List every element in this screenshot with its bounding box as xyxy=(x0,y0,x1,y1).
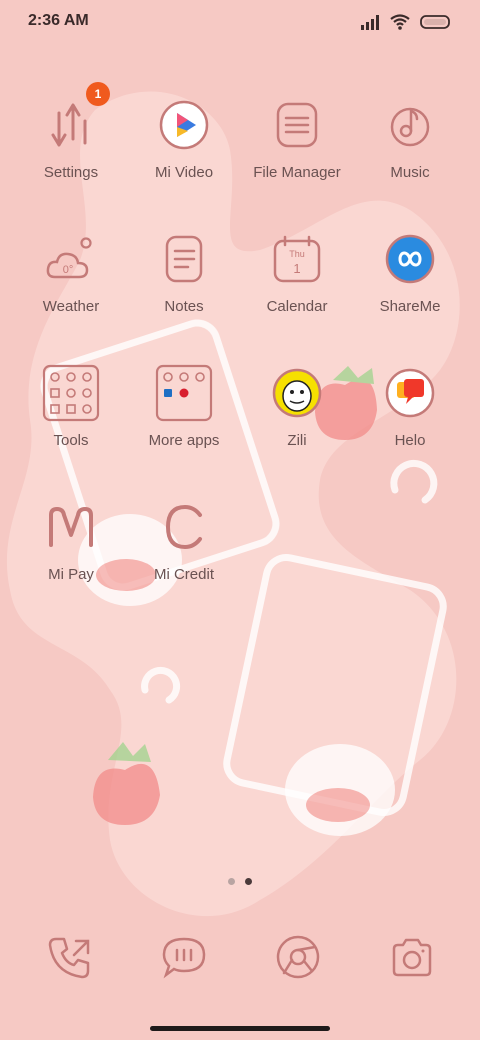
helo-icon xyxy=(385,368,435,418)
dock-camera[interactable] xyxy=(380,925,444,989)
app-label: File Manager xyxy=(253,164,341,181)
dock-messages[interactable] xyxy=(152,925,216,989)
app-label: ShareMe xyxy=(379,298,441,315)
app-file-manager[interactable]: File Manager xyxy=(240,86,354,196)
app-label: Calendar xyxy=(266,298,328,315)
page-indicator[interactable] xyxy=(0,878,480,888)
page-dot-2-active[interactable] xyxy=(245,878,252,885)
svg-text:Thu: Thu xyxy=(289,249,305,259)
app-label: Music xyxy=(390,164,430,181)
notes-icon xyxy=(165,235,203,283)
browser-icon xyxy=(276,935,320,979)
app-label: Settings xyxy=(43,164,99,181)
svg-text:1: 1 xyxy=(293,261,300,276)
weather-icon: 0° xyxy=(46,237,92,279)
shareme-icon xyxy=(385,234,435,284)
home-indicator[interactable] xyxy=(150,1026,330,1031)
music-icon xyxy=(390,107,430,147)
app-calendar[interactable]: Thu 1 Calendar xyxy=(240,220,354,330)
app-mi-credit[interactable]: Mi Credit xyxy=(127,488,241,598)
dock-browser[interactable] xyxy=(266,925,330,989)
app-label: Weather xyxy=(42,298,100,315)
mi-video-icon xyxy=(159,100,209,150)
app-label: More apps xyxy=(148,432,220,449)
app-tools-folder[interactable]: Tools xyxy=(14,354,128,464)
app-music[interactable]: Music xyxy=(353,86,467,196)
phone-icon xyxy=(48,937,90,979)
messages-icon xyxy=(162,937,206,979)
notification-badge: 1 xyxy=(86,82,110,106)
app-label: Tools xyxy=(53,432,89,449)
app-helo[interactable]: Helo xyxy=(353,354,467,464)
app-notes[interactable]: Notes xyxy=(127,220,241,330)
mi-credit-icon xyxy=(165,504,202,550)
app-settings[interactable]: 1 Settings xyxy=(14,82,128,196)
camera-icon xyxy=(392,938,432,977)
app-label: Mi Credit xyxy=(153,566,214,583)
mi-pay-icon xyxy=(49,507,93,547)
page-dot-1[interactable] xyxy=(228,878,235,885)
app-zili[interactable]: Zili xyxy=(240,354,354,464)
dock xyxy=(0,925,480,989)
app-label: Mi Video xyxy=(154,164,214,181)
app-label: Mi Pay xyxy=(48,566,94,583)
app-grid: 1 Settings Mi Video File Manager Music 0… xyxy=(0,0,480,620)
calendar-icon: Thu 1 xyxy=(273,235,321,283)
file-manager-icon xyxy=(276,102,318,148)
app-weather[interactable]: 0° Weather xyxy=(14,220,128,330)
app-label: Notes xyxy=(164,298,204,315)
app-more-apps-folder[interactable]: More apps xyxy=(127,354,241,464)
app-mi-video[interactable]: Mi Video xyxy=(127,86,241,196)
svg-text:0°: 0° xyxy=(63,264,74,276)
app-label: Helo xyxy=(394,432,426,449)
app-label: Zili xyxy=(287,432,307,449)
zili-icon xyxy=(272,368,322,418)
app-shareme[interactable]: ShareMe xyxy=(353,220,467,330)
app-mi-pay[interactable]: Mi Pay xyxy=(14,488,128,598)
more-apps-folder-icon xyxy=(155,364,213,422)
tools-folder-icon xyxy=(42,364,100,422)
dock-phone[interactable] xyxy=(38,925,102,989)
settings-icon xyxy=(51,103,87,147)
